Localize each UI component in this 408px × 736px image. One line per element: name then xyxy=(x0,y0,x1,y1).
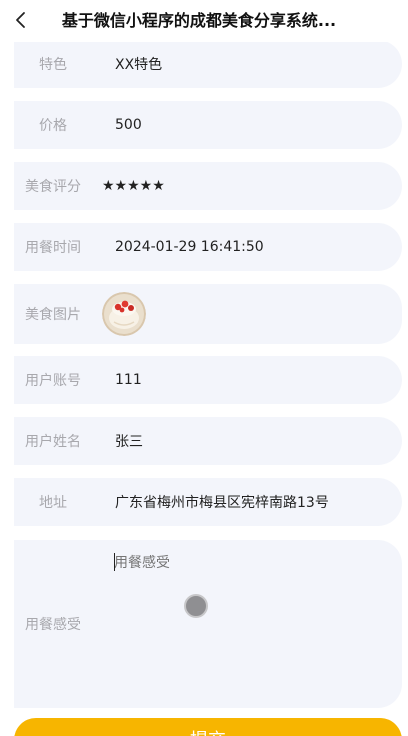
field-price-value[interactable]: 500 xyxy=(115,117,402,133)
field-name: 用户姓名 张三 xyxy=(14,417,402,465)
field-feature: 特色 XX特色 xyxy=(14,40,402,88)
field-image: 美食图片 xyxy=(14,284,402,344)
chevron-left-icon[interactable] xyxy=(12,11,30,29)
food-image-thumbnail[interactable] xyxy=(102,292,146,336)
field-address: 地址 广东省梅州市梅县区宪梓南路13号 xyxy=(14,478,402,526)
field-address-value[interactable]: 广东省梅州市梅县区宪梓南路13号 xyxy=(115,492,402,512)
touch-indicator xyxy=(184,594,208,618)
field-name-value[interactable]: 张三 xyxy=(115,431,402,451)
field-account-label: 用户账号 xyxy=(25,373,81,389)
field-time-label: 用餐时间 xyxy=(25,240,81,256)
field-price: 价格 500 xyxy=(14,101,402,149)
field-price-label: 价格 xyxy=(39,118,67,134)
page-title: 基于微信小程序的成都美食分享系统... xyxy=(61,11,337,30)
field-feeling-label: 用餐感受 xyxy=(25,617,81,633)
field-feature-label: 特色 xyxy=(39,57,67,73)
feeling-textarea[interactable] xyxy=(114,552,384,692)
field-account-value[interactable]: 111 xyxy=(115,372,402,388)
field-address-label: 地址 xyxy=(39,495,67,511)
field-feeling: 用餐感受 xyxy=(14,540,402,708)
field-feature-value[interactable]: XX特色 xyxy=(115,54,402,74)
field-time: 用餐时间 2024-01-29 16:41:50 xyxy=(14,223,402,271)
field-name-label: 用户姓名 xyxy=(25,434,81,450)
field-account: 用户账号 111 xyxy=(14,356,402,404)
nav-bar: 基于微信小程序的成都美食分享系统... xyxy=(0,0,408,42)
submit-button[interactable]: 提交 xyxy=(14,718,402,736)
text-caret xyxy=(114,553,115,571)
field-image-label: 美食图片 xyxy=(25,307,81,323)
rating-stars[interactable]: ★★★★★ xyxy=(102,178,402,194)
field-time-value[interactable]: 2024-01-29 16:41:50 xyxy=(115,239,402,255)
field-rating-label: 美食评分 xyxy=(25,179,81,195)
cake-icon xyxy=(102,292,146,336)
field-rating: 美食评分 ★★★★★ xyxy=(14,162,402,210)
